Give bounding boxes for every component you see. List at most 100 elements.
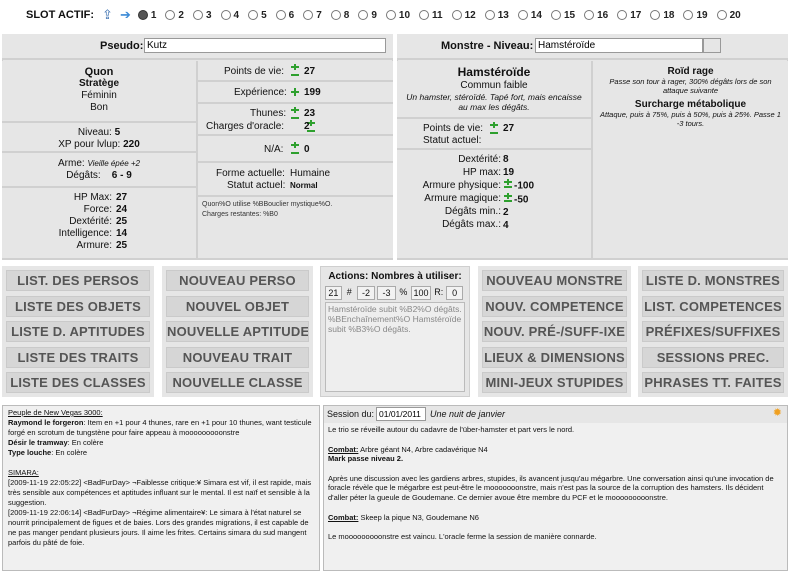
slot-radio[interactable]: 15 xyxy=(550,10,575,21)
monster-extra-input[interactable] xyxy=(703,38,721,53)
monster-pv-cell: Points de vie: 27 Statut actuel: xyxy=(397,119,593,150)
nav-button[interactable]: LISTE D. APTITUDES xyxy=(6,321,150,343)
plus-minus-icon[interactable] xyxy=(290,63,300,79)
plus-minus-icon[interactable] xyxy=(290,141,300,157)
radio-icon[interactable] xyxy=(617,10,628,20)
slot-radio[interactable]: 16 xyxy=(584,10,608,21)
monster-pv-label: Points de vie: xyxy=(423,123,484,134)
upload-icon[interactable]: ⇪ xyxy=(102,7,113,23)
slot-actif-label: SLOT ACTIF: xyxy=(26,9,95,21)
slot-radio[interactable]: 18 xyxy=(650,10,674,21)
pseudo-input[interactable] xyxy=(144,38,386,53)
radio-icon[interactable] xyxy=(385,10,396,20)
actions-textarea[interactable]: Hamstéroïde subit %B2%O dégâts. %BEnchaî… xyxy=(325,302,465,392)
monster-statut-label: Statut actuel: xyxy=(423,135,482,146)
nav-button[interactable]: LISTE DES TRAITS xyxy=(6,346,150,368)
plus-icon[interactable] xyxy=(290,87,300,97)
radio-icon[interactable] xyxy=(275,10,286,20)
nav-button[interactable]: PRÉFIXES/SUFFIXES xyxy=(642,321,784,343)
nav-button[interactable]: MINI-JEUX STUPIDES xyxy=(482,372,627,394)
radio-icon[interactable] xyxy=(303,10,314,20)
plus-minus-icon[interactable] xyxy=(503,179,513,192)
nav-button[interactable]: LIST. COMPETENCES xyxy=(642,295,784,317)
slot-radio[interactable]: 19 xyxy=(683,10,708,21)
nav-button[interactable]: NOUVEAU TRAIT xyxy=(166,346,309,368)
slot-radio[interactable]: 9 xyxy=(358,10,377,21)
nav-button[interactable]: LISTE D. MONSTRES xyxy=(642,270,784,291)
monster-skills: Roïd rage Passe son tour à rager, 300% d… xyxy=(593,61,788,260)
slot-radio[interactable]: 5 xyxy=(248,10,267,21)
slot-radio[interactable]: 10 xyxy=(385,10,410,21)
slot-radio[interactable]: 12 xyxy=(451,10,476,21)
radio-icon[interactable] xyxy=(451,10,462,20)
nav-button[interactable]: NOUVEAU PERSO xyxy=(166,270,309,291)
radio-icon[interactable] xyxy=(248,10,259,20)
slot-radio[interactable]: 14 xyxy=(517,10,542,21)
monster-input[interactable] xyxy=(535,38,703,53)
log-l2-name: Désir le tramway xyxy=(8,438,68,447)
slot-radio[interactable]: 8 xyxy=(330,9,350,21)
slot-radio[interactable]: 20 xyxy=(716,10,741,21)
nav-button[interactable]: LIST. DES PERSOS xyxy=(6,270,150,291)
pv-label: Points de vie: xyxy=(224,66,285,77)
plus-minus-icon[interactable] xyxy=(489,121,499,137)
nav-button[interactable]: NOUV. COMPETENCE xyxy=(482,295,627,317)
radio-icon[interactable] xyxy=(220,10,231,20)
radio-icon[interactable] xyxy=(192,10,203,20)
nav-button[interactable]: LISTE DES CLASSES xyxy=(6,372,150,394)
plus-minus-icon[interactable] xyxy=(503,192,513,206)
arme-value: Vieille épée +2 xyxy=(87,159,140,168)
sun-icon[interactable]: ✹ xyxy=(773,406,782,419)
actions-box: Actions: Nombres à utiliser: 21 # -2 -3% 100… xyxy=(320,266,470,397)
number-input[interactable]: -2 xyxy=(356,286,376,300)
radio-icon[interactable] xyxy=(484,10,495,20)
nav-button[interactable]: NOUVEL OBJET xyxy=(166,295,309,317)
slot-radio[interactable]: 13 xyxy=(484,10,509,21)
slot-radio[interactable]: 6 xyxy=(275,10,294,21)
arrow-right-icon[interactable]: ➔ xyxy=(120,7,131,23)
slot-radio[interactable]: 2 xyxy=(165,10,184,21)
monster-degmax-label: Dégâts max.: xyxy=(442,219,501,230)
char-level: Niveau: 5 XP pour lvlup: 220 xyxy=(2,123,198,153)
radio-icon[interactable] xyxy=(517,10,528,20)
forme-cell: Forme actuelle: Humaine Statut actuel: N… xyxy=(198,163,393,197)
xp-label: XP pour lvlup: xyxy=(58,139,121,150)
left-log[interactable]: Peuple de New Vegas 3000: Raymond le for… xyxy=(2,405,320,571)
nav-button[interactable]: NOUVELLE APTITUDE xyxy=(166,321,309,343)
charges-label: Charges d'oracle: xyxy=(206,121,285,132)
force-label: Force: xyxy=(83,204,112,215)
slot-number: 8 xyxy=(343,9,350,21)
exp-label: Expérience: xyxy=(234,87,287,98)
radio-icon[interactable] xyxy=(683,10,694,20)
slot-radio[interactable]: 4 xyxy=(220,10,239,21)
plus-minus-icon[interactable] xyxy=(290,106,300,122)
slot-radio[interactable]: 11 xyxy=(419,10,443,21)
slot-radio[interactable]: 17 xyxy=(617,10,641,21)
number-input[interactable]: 21 xyxy=(325,286,342,300)
nav-button[interactable]: NOUV. PRÉ-/SUFF-IXE xyxy=(482,321,627,343)
radio-icon[interactable] xyxy=(358,10,369,20)
radio-icon[interactable] xyxy=(419,10,430,20)
nav-button[interactable]: LISTE DES OBJETS xyxy=(6,295,150,317)
slot-radio[interactable]: 7 xyxy=(303,10,322,21)
number-input[interactable]: 0 xyxy=(446,286,463,300)
hpmax-value: 27 xyxy=(116,192,128,203)
nav-button[interactable]: NOUVELLE CLASSE xyxy=(166,372,309,394)
radio-icon[interactable] xyxy=(584,10,595,20)
slot-radio[interactable]: 3 xyxy=(192,9,212,21)
session-date-input[interactable] xyxy=(376,407,426,421)
radio-icon[interactable] xyxy=(650,10,661,20)
number-input[interactable]: 100 xyxy=(410,286,432,300)
radio-icon[interactable] xyxy=(550,10,561,20)
nav-button[interactable]: LIEUX & DIMENSIONS xyxy=(482,346,627,368)
nav-button[interactable]: PHRASES TT. FAITES xyxy=(642,372,784,394)
number-input[interactable]: -3 xyxy=(377,286,396,300)
radio-icon[interactable] xyxy=(716,10,727,20)
radio-icon[interactable] xyxy=(330,10,341,20)
radio-icon[interactable] xyxy=(165,10,176,20)
nav-button[interactable]: SESSIONS PREC. xyxy=(642,346,784,368)
slot-radio[interactable]: 1 xyxy=(137,10,156,21)
slot-number: 3 xyxy=(205,9,212,21)
radio-icon[interactable] xyxy=(137,10,148,20)
nav-button[interactable]: NOUVEAU MONSTRE xyxy=(482,270,627,291)
